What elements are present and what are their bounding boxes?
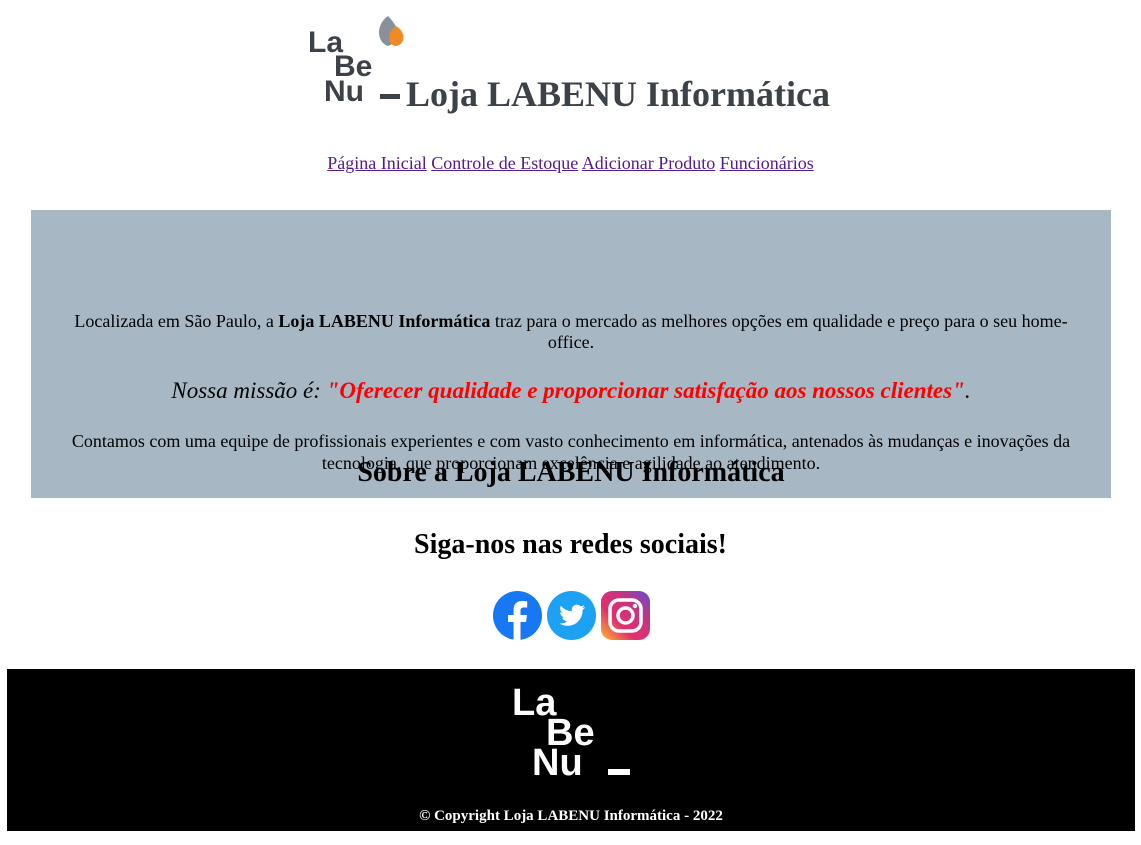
social-title: Siga-nos nas redes sociais! bbox=[414, 529, 727, 560]
footer: La Be Nu © Copyright Loja LABENU Informá… bbox=[7, 669, 1135, 831]
nav-link-pagina-inicial[interactable]: Página Inicial bbox=[327, 153, 426, 173]
header: La Be Nu Loja LABENU Informática bbox=[0, 0, 1141, 130]
copyright-text: © Copyright Loja LABENU Informática - 20… bbox=[419, 808, 723, 824]
social-icons bbox=[493, 591, 650, 641]
page: La Be Nu Loja LABENU Informática Página … bbox=[0, 0, 1141, 845]
svg-text:Nu: Nu bbox=[324, 75, 364, 104]
instagram-icon[interactable] bbox=[601, 591, 650, 640]
about-p1-end: traz para o mercado as melhores opções e… bbox=[490, 311, 1068, 352]
about-p1-start: Localizada em São Paulo, a bbox=[74, 311, 279, 331]
facebook-icon[interactable] bbox=[493, 591, 542, 640]
page-title: Loja LABENU Informática bbox=[406, 74, 830, 114]
about-paragraph-location: Localizada em São Paulo, a Loja LABENU I… bbox=[61, 311, 1081, 353]
about-section: Sobre a Loja LABENU Informática Localiza… bbox=[31, 210, 1111, 498]
mission-prefix: Nossa missão é: bbox=[171, 378, 327, 403]
main-nav: Página Inicial Controle de Estoque Adici… bbox=[0, 151, 1141, 175]
twitter-icon[interactable] bbox=[547, 591, 596, 640]
mission-quote: "Oferecer qualidade e proporcionar satis… bbox=[326, 378, 965, 403]
nav-link-controle-estoque[interactable]: Controle de Estoque bbox=[431, 153, 578, 173]
svg-text:Nu: Nu bbox=[532, 742, 583, 777]
nav-link-funcionarios[interactable]: Funcionários bbox=[720, 153, 814, 173]
about-p1-store-name: Loja LABENU Informática bbox=[278, 311, 491, 331]
mission-statement: Nossa missão é: "Oferecer qualidade e pr… bbox=[31, 377, 1111, 405]
mission-suffix: . bbox=[964, 378, 971, 403]
nav-link-adicionar-produto[interactable]: Adicionar Produto bbox=[582, 153, 715, 173]
footer-labenu-logo: La Be Nu bbox=[512, 682, 630, 777]
about-paragraph-team: Contamos com uma equipe de profissionais… bbox=[71, 431, 1071, 473]
labenu-logo[interactable]: La Be Nu bbox=[306, 12, 410, 104]
